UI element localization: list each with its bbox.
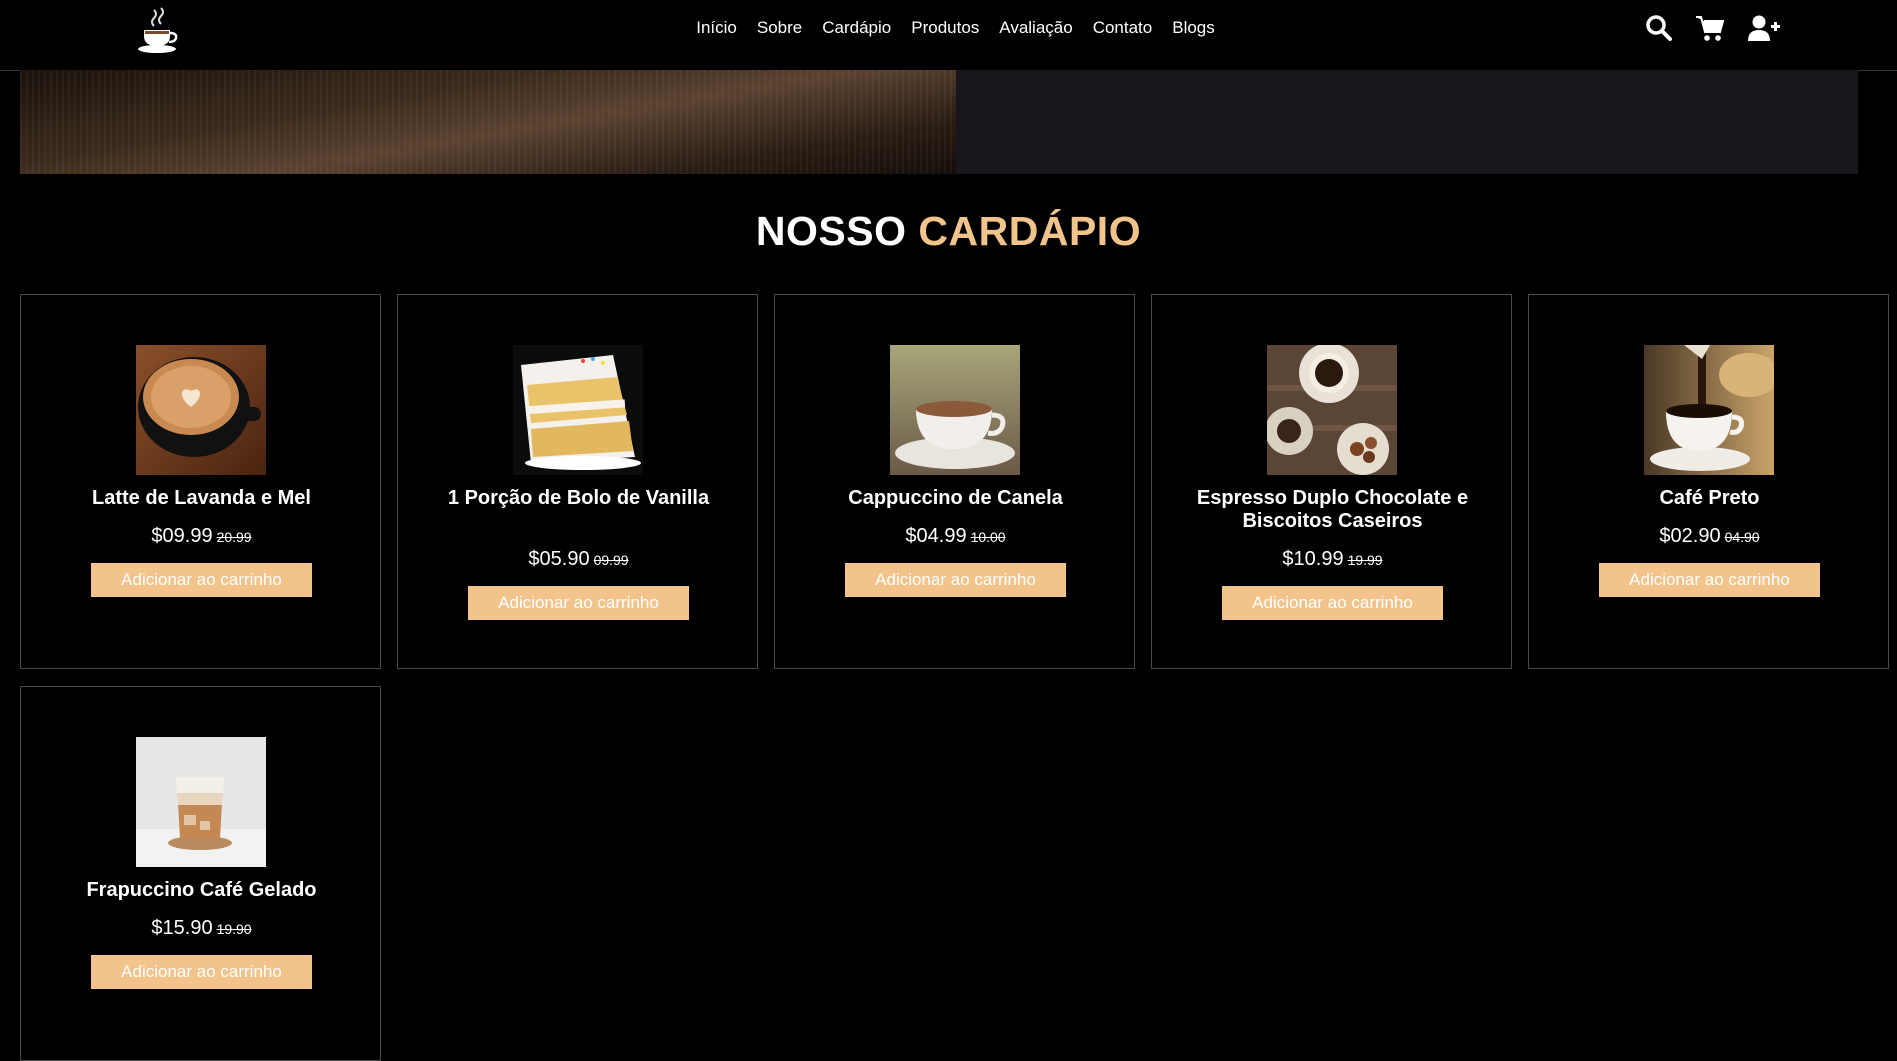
- product-card: Café Preto $02.90 04.90 Adicionar ao carr…: [1528, 294, 1889, 669]
- old-price: 10.00: [970, 529, 1006, 545]
- add-to-cart-button[interactable]: Adicionar ao carrinho: [91, 563, 312, 597]
- old-price: 04.90: [1724, 529, 1760, 545]
- product-price: $15.90 19.90: [21, 917, 382, 940]
- add-to-cart-button[interactable]: Adicionar ao carrinho: [91, 955, 312, 989]
- add-to-cart-button[interactable]: Adicionar ao carrinho: [845, 563, 1066, 597]
- hero-image: [20, 70, 956, 174]
- current-price: $05.90: [528, 548, 590, 570]
- product-card: Latte de Lavanda e Mel $09.99 20.99 Adici…: [20, 294, 381, 669]
- product-image-cappuccino: [890, 345, 1020, 475]
- product-image-black-coffee: [1644, 345, 1774, 475]
- old-price: 20.99: [216, 529, 252, 545]
- add-to-cart-button[interactable]: Adicionar ao carrinho: [468, 586, 689, 620]
- product-image-frappuccino: [136, 737, 266, 867]
- product-name: Latte de Lavanda e Mel: [92, 487, 311, 509]
- add-to-cart-button[interactable]: Adicionar ao carrinho: [1222, 586, 1443, 620]
- product-card: Cappuccino de Canela $04.99 10.00 Adicion…: [774, 294, 1135, 669]
- nav-item-cardapio[interactable]: Cardápio: [822, 18, 891, 38]
- section-title-accent: CARDÁPIO: [918, 208, 1142, 254]
- old-price: 19.99: [1347, 552, 1383, 568]
- product-image-espresso: [1267, 345, 1397, 475]
- old-price: 09.99: [593, 552, 629, 568]
- product-image-cake: [513, 345, 643, 475]
- product-name: Espresso Duplo Chocolate e Biscoitos Cas…: [1196, 487, 1469, 532]
- hero-banner: [20, 70, 1858, 174]
- product-price: $09.99 20.99: [21, 525, 382, 548]
- product-card: Frapuccino Café Gelado $15.90 19.90 Adici…: [20, 686, 381, 1061]
- nav-item-blogs[interactable]: Blogs: [1172, 18, 1215, 38]
- product-name: Café Preto: [1659, 487, 1760, 509]
- product-image-latte: [136, 345, 266, 475]
- product-price: $10.99 19.99: [1152, 548, 1513, 571]
- add-to-cart-button[interactable]: Adicionar ao carrinho: [1599, 563, 1820, 597]
- nav-item-contato[interactable]: Contato: [1093, 18, 1153, 38]
- nav-item-avaliacao[interactable]: Avaliação: [999, 18, 1072, 38]
- product-name: 1 Porção de Bolo de Vanilla: [447, 487, 710, 509]
- nav-item-inicio[interactable]: Início: [696, 18, 737, 38]
- product-price: $04.99 10.00: [775, 525, 1136, 548]
- header-actions: [1645, 14, 1781, 47]
- product-card: Espresso Duplo Chocolate e Biscoitos Cas…: [1151, 294, 1512, 669]
- product-card: 1 Porção de Bolo de Vanilla $05.90 09.99 …: [397, 294, 758, 669]
- user-plus-icon[interactable]: [1747, 14, 1781, 47]
- current-price: $15.90: [151, 917, 213, 939]
- search-icon[interactable]: [1645, 14, 1673, 47]
- main-nav: Início Sobre Cardápio Produtos Avaliação…: [0, 0, 1897, 56]
- nav-item-produtos[interactable]: Produtos: [911, 18, 979, 38]
- section-title-main: NOSSO: [755, 208, 907, 254]
- product-name: Frapuccino Café Gelado: [86, 879, 317, 901]
- old-price: 19.90: [216, 921, 252, 937]
- nav-item-sobre[interactable]: Sobre: [757, 18, 802, 38]
- current-price: $09.99: [151, 525, 213, 547]
- section-title: NOSSO CARDÁPIO: [0, 208, 1897, 255]
- shopping-cart-icon[interactable]: [1695, 14, 1725, 47]
- current-price: $10.99: [1282, 548, 1344, 570]
- current-price: $02.90: [1659, 525, 1721, 547]
- current-price: $04.99: [905, 525, 967, 547]
- product-name: Cappuccino de Canela: [848, 487, 1063, 509]
- site-header: Início Sobre Cardápio Produtos Avaliação…: [0, 0, 1897, 71]
- product-price: $02.90 04.90: [1529, 525, 1890, 548]
- product-price: $05.90 09.99: [398, 548, 759, 571]
